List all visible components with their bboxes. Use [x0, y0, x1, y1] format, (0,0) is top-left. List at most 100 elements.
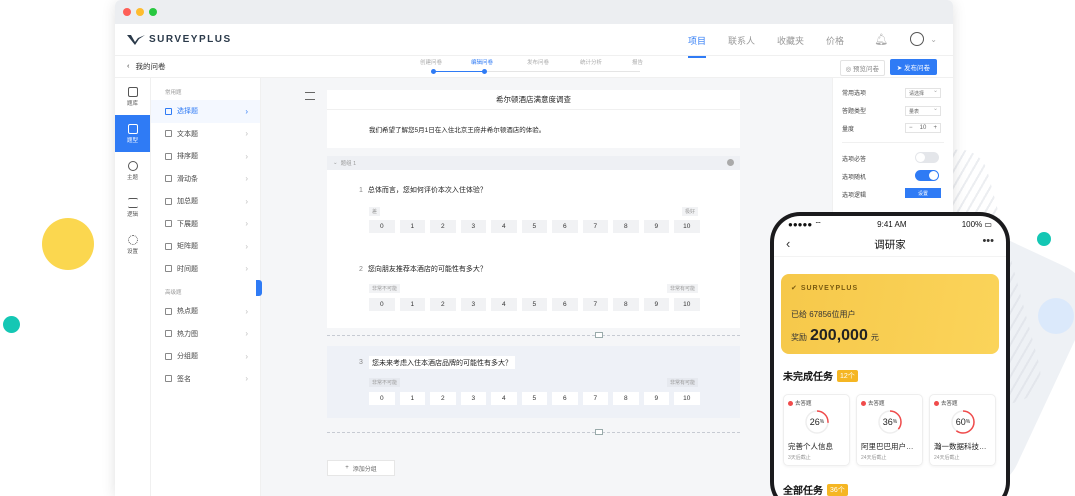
scale-option[interactable]: 2	[430, 220, 456, 233]
scale-option[interactable]: 9	[643, 392, 669, 405]
nav-favorites[interactable]: 收藏夹	[777, 34, 804, 47]
question-2[interactable]: 2 您向朋友推荐本酒店的可能性有多大？ 非常不可能 非常有可能 012345678…	[327, 248, 740, 328]
question-group-header[interactable]: ⌄ 题组 1	[327, 156, 740, 170]
step-publish[interactable]: 发布问卷	[527, 58, 549, 66]
step-stats[interactable]: 统计分析	[580, 58, 602, 66]
minimize-window-button[interactable]	[136, 8, 144, 16]
scale-option[interactable]: 7	[582, 298, 608, 311]
quantity-stepper[interactable]: − 10 +	[905, 123, 941, 133]
logo[interactable]: SURVEYPLUS	[127, 34, 232, 46]
nav-projects[interactable]: 项目	[688, 34, 707, 58]
scale-option[interactable]: 5	[521, 220, 547, 233]
scale-option[interactable]: 7	[582, 392, 608, 405]
bell-icon[interactable]: 🔔︎	[874, 33, 888, 46]
nav-pricing[interactable]: 价格	[826, 34, 844, 47]
menu-item-slider[interactable]: 滑动条 ›	[151, 168, 260, 191]
task-tag[interactable]: 去答题	[788, 399, 845, 407]
rail-logic[interactable]: 逻辑	[115, 189, 150, 226]
scale-option[interactable]: 1	[399, 298, 425, 311]
scale-option[interactable]: 5	[521, 392, 547, 405]
scale-option[interactable]: 10	[674, 298, 700, 311]
plus-icon[interactable]: +	[933, 125, 937, 131]
question-3-title-input[interactable]: 您未来考虑入住本酒店品牌的可能性有多大？	[369, 356, 515, 369]
menu-item-time[interactable]: 时间题 ›	[151, 258, 260, 281]
scale-option[interactable]: 0	[369, 392, 395, 405]
scale-option[interactable]: 10	[674, 220, 700, 233]
nav-contacts[interactable]: 联系人	[728, 34, 755, 47]
scale-option[interactable]: 9	[643, 220, 669, 233]
scale-option[interactable]: 2	[430, 392, 456, 405]
menu-item-ranking[interactable]: 排序题 ›	[151, 145, 260, 168]
outline-toggle-icon[interactable]	[305, 92, 315, 100]
scale-option[interactable]: 0	[369, 220, 395, 233]
task-card[interactable]: 去答题 26% 完善个人信息 3天后截止	[783, 394, 850, 466]
back-link[interactable]: ‹ 我的问卷	[127, 61, 166, 72]
menu-item-choice[interactable]: 选择题 ›	[151, 100, 260, 123]
scale-option[interactable]: 4	[491, 298, 517, 311]
menu-item-hotspot[interactable]: 热点题 ›	[151, 300, 260, 323]
scale-option[interactable]: 0	[369, 298, 395, 311]
random-toggle[interactable]	[915, 170, 939, 181]
scale-option[interactable]: 4	[491, 220, 517, 233]
maximize-window-button[interactable]	[149, 8, 157, 16]
question-1-title[interactable]: 1 总体而言，您如何评价本次入住体验？	[359, 185, 487, 195]
question-3[interactable]: 3 您未来考虑入住本酒店品牌的可能性有多大？ 非常不可能 非常有可能 01234…	[327, 346, 740, 418]
step-create[interactable]: 创建问卷	[420, 58, 442, 66]
preview-button[interactable]: ◎ 预览问卷	[839, 60, 885, 76]
step-edit[interactable]: 编辑问卷	[471, 58, 493, 66]
scale-option[interactable]: 7	[582, 220, 608, 233]
scale-option[interactable]: 6	[552, 392, 578, 405]
task-tag[interactable]: 去答题	[861, 399, 918, 407]
scale-option[interactable]: 6	[552, 298, 578, 311]
scale-option[interactable]: 1	[399, 392, 425, 405]
rail-theme[interactable]: 主题	[115, 152, 150, 189]
scale-option[interactable]: 8	[613, 392, 639, 405]
survey-description[interactable]: 我们希望了解您5月1日在入住北京王府井希尔顿酒店的体验。	[327, 110, 740, 148]
question-1[interactable]: 1 总体而言，您如何评价本次入住体验？ 差 极好 0 1 2 3 4 5 6 7 8 9 10	[327, 170, 740, 248]
add-group-button[interactable]: + 添加分组	[327, 460, 395, 476]
scale-option[interactable]: 8	[613, 220, 639, 233]
scale-option[interactable]: 2	[430, 298, 456, 311]
survey-title[interactable]: 希尔顿酒店满意度调查	[327, 90, 740, 110]
scale-option[interactable]: 4	[491, 392, 517, 405]
menu-item-heatmap[interactable]: 热力图 ›	[151, 323, 260, 346]
menu-item-sum[interactable]: 加总题 ›	[151, 190, 260, 213]
logic-settings-button[interactable]: 设置	[905, 188, 941, 198]
menu-item-matrix[interactable]: 矩阵题 ›	[151, 235, 260, 258]
rail-question-types[interactable]: 题型	[115, 115, 150, 152]
task-card[interactable]: 去答题 60% 瀚一数据科技… 24天后截止	[929, 394, 996, 466]
menu-item-signature[interactable]: 签名 ›	[151, 368, 260, 391]
insert-divider[interactable]	[327, 429, 740, 435]
close-icon[interactable]	[727, 159, 734, 166]
insert-divider[interactable]	[327, 332, 740, 338]
rail-settings[interactable]: 设置	[115, 226, 150, 263]
scale-option[interactable]: 3	[460, 220, 486, 233]
scale-option[interactable]: 1	[399, 220, 425, 233]
task-tag[interactable]: 去答题	[934, 399, 991, 407]
task-card[interactable]: 去答题 36% 阿里巴巴用户… 24天后截止	[856, 394, 923, 466]
close-window-button[interactable]	[123, 8, 131, 16]
rail-library[interactable]: 题库	[115, 78, 150, 115]
scale-option[interactable]: 10	[674, 392, 700, 405]
more-icon[interactable]: •••	[982, 235, 994, 247]
question-2-title[interactable]: 2 您向朋友推荐本酒店的可能性有多大？	[359, 264, 487, 274]
step-report[interactable]: 报告	[632, 58, 643, 66]
scale-option[interactable]: 3	[460, 298, 486, 311]
menu-item-text[interactable]: 文本题 ›	[151, 123, 260, 146]
menu-item-dropdown[interactable]: 下展题 ›	[151, 213, 260, 236]
publish-button[interactable]: ➤ 发布问卷	[889, 59, 937, 75]
scale-option[interactable]: 6	[552, 220, 578, 233]
minus-icon[interactable]: −	[909, 125, 913, 131]
prop-common-option-select[interactable]: 请选择	[905, 87, 941, 98]
back-icon[interactable]: ‹	[786, 236, 790, 251]
panel-toggle-handle[interactable]	[256, 280, 262, 296]
scale-option[interactable]: 9	[643, 298, 669, 311]
scale-option[interactable]: 8	[613, 298, 639, 311]
prop-type-select[interactable]: 量表	[905, 105, 941, 116]
scale-option[interactable]: 3	[460, 392, 486, 405]
scale-option[interactable]: 5	[521, 298, 547, 311]
user-menu[interactable]: ⌄	[910, 32, 937, 46]
menu-item-group[interactable]: 分组题 ›	[151, 345, 260, 368]
required-toggle[interactable]	[915, 152, 939, 163]
reward-card[interactable]: ✔ SURVEYPLUS 已给 67856位用户 奖励 200,000 元	[781, 274, 999, 354]
